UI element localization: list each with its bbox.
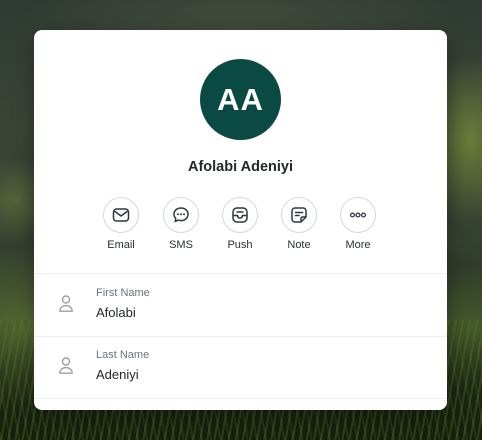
more-action-button[interactable]: More bbox=[332, 197, 384, 251]
person-icon bbox=[58, 294, 74, 314]
person-icon bbox=[58, 356, 74, 376]
sms-action-label: SMS bbox=[169, 239, 193, 251]
more-dots-icon bbox=[349, 206, 367, 224]
last-name-value: Adeniyi bbox=[96, 367, 139, 382]
email-action-button[interactable]: Email bbox=[95, 197, 147, 251]
avatar-initials: AA bbox=[217, 81, 264, 117]
email-action-label: Email bbox=[107, 239, 135, 251]
note-action-label: Note bbox=[287, 239, 311, 251]
note-icon bbox=[290, 206, 308, 224]
chat-bubble-icon bbox=[172, 206, 190, 224]
contact-name: Afolabi Adeniyi bbox=[188, 159, 293, 175]
last-name-label: Last Name bbox=[96, 349, 150, 361]
push-action-label: Push bbox=[227, 239, 253, 251]
inbox-icon bbox=[231, 206, 249, 224]
quick-actions: Email SMS Push Note More bbox=[34, 197, 447, 261]
first-name-value: Afolabi bbox=[96, 305, 136, 320]
more-action-label: More bbox=[345, 239, 371, 251]
contact-card: AA Afolabi Adeniyi Email SMS Push Note M… bbox=[34, 30, 447, 410]
first-name-label: First Name bbox=[96, 287, 150, 299]
sms-action-button[interactable]: SMS bbox=[155, 197, 207, 251]
push-action-button[interactable]: Push bbox=[214, 197, 266, 251]
mail-icon bbox=[112, 207, 130, 223]
avatar: AA bbox=[200, 59, 281, 140]
last-name-field[interactable]: Last Name Adeniyi bbox=[34, 336, 447, 399]
first-name-field[interactable]: First Name Afolabi bbox=[34, 274, 447, 337]
note-action-button[interactable]: Note bbox=[273, 197, 325, 251]
